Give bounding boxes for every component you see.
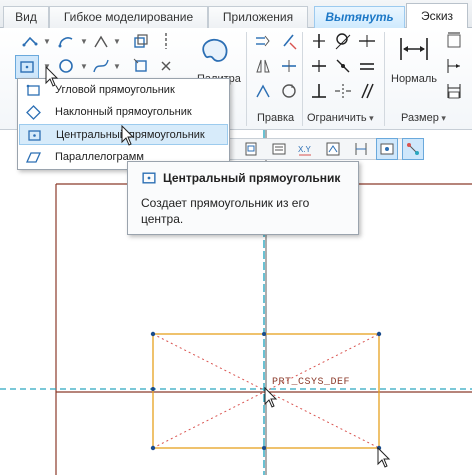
rectangle-vertex <box>376 331 382 337</box>
sketch-setup-icon[interactable] <box>240 138 262 160</box>
divide-icon[interactable] <box>278 55 300 77</box>
center-rectangle-icon <box>28 130 41 141</box>
baseline-dimension-icon[interactable] <box>443 55 465 77</box>
chevron-down-icon[interactable]: ▼ <box>80 63 88 71</box>
vertical-constraint-icon[interactable] <box>308 30 330 52</box>
references-icon[interactable] <box>268 138 290 160</box>
tab-view[interactable]: Вид <box>3 6 49 28</box>
tooltip: Центральный прямоугольник Создает прямоу… <box>127 161 359 235</box>
grid-display-icon[interactable] <box>350 138 372 160</box>
tangent-constraint-icon[interactable] <box>332 30 354 52</box>
dimension-display-icon[interactable]: X.Y <box>294 138 316 160</box>
tab-flexible-modeling[interactable]: Гибкое моделирование <box>49 6 208 28</box>
modify-icon[interactable] <box>252 30 274 52</box>
menu-item-label: Угловой прямоугольник <box>55 84 175 96</box>
chevron-down-icon[interactable]: ▼ <box>113 63 121 71</box>
rectangle-tool-button[interactable] <box>15 55 39 79</box>
mirror-icon[interactable] <box>252 55 274 77</box>
constraints-display-icon[interactable] <box>322 138 344 160</box>
offset-icon[interactable] <box>130 30 152 52</box>
normal-dimension-icon[interactable] <box>396 32 432 66</box>
corner-rectangle-icon <box>26 84 40 96</box>
midpoint-vertex <box>262 446 266 450</box>
chevron-down-icon[interactable]: ▼ <box>113 38 121 46</box>
equal-constraint-icon[interactable] <box>356 55 378 77</box>
center-rectangle-icon <box>142 172 156 184</box>
fillet-icon[interactable] <box>90 30 112 52</box>
vertex-lock-icon[interactable] <box>402 138 424 160</box>
horizontal-constraint-icon[interactable] <box>308 55 330 77</box>
tab-extrude[interactable]: Вытянуть <box>314 6 405 28</box>
group-label-dimension[interactable]: Размер <box>401 110 446 126</box>
slanted-rectangle-icon <box>26 105 41 120</box>
rectangle-type-menu: Угловой прямоугольник Наклонный прямоуго… <box>17 78 230 170</box>
perpendicular-constraint-icon[interactable] <box>308 80 330 102</box>
rotate-resize-icon[interactable] <box>278 80 300 102</box>
centerline-icon[interactable] <box>155 30 177 52</box>
reference-dimension-icon[interactable] <box>443 80 465 102</box>
midpoint-constraint-icon[interactable] <box>356 30 378 52</box>
parallel-constraint-icon[interactable] <box>356 80 378 102</box>
line-icon[interactable] <box>20 30 42 52</box>
tooltip-body: Создает прямоугольник из его центра. <box>141 196 310 226</box>
corner-icon[interactable] <box>252 80 274 102</box>
palette-icon[interactable] <box>197 34 233 68</box>
normal-dimension-label[interactable]: Нормаль <box>391 73 437 85</box>
mouse-pointer-icon <box>377 447 391 468</box>
project-icon[interactable] <box>130 55 152 77</box>
svg-text:X.Y: X.Y <box>298 145 312 154</box>
group-label-constrain[interactable]: Ограничить <box>307 110 374 126</box>
csys-label: PRT_CSYS_DEF <box>272 377 351 388</box>
tab-sketch[interactable]: Эскиз <box>406 3 468 29</box>
mouse-pointer-icon <box>45 66 59 87</box>
group-separator <box>246 32 247 126</box>
perimeter-dimension-icon[interactable] <box>443 30 465 52</box>
spline-icon[interactable] <box>90 55 112 77</box>
menu-item-slanted-rectangle[interactable]: Наклонный прямоугольник <box>19 102 228 123</box>
mouse-pointer-icon <box>121 125 135 146</box>
midpoint-vertex <box>151 387 155 391</box>
ribbon-tab-bar: Вид Гибкое моделирование Приложения Вытя… <box>0 0 472 29</box>
vertex-display-icon[interactable] <box>376 138 398 160</box>
rectangle-vertex <box>150 331 156 337</box>
midpoint-vertex <box>262 332 266 336</box>
coincident-constraint-icon[interactable] <box>332 55 354 77</box>
tab-applications[interactable]: Приложения <box>208 6 308 28</box>
chevron-down-icon[interactable]: ▼ <box>80 38 88 46</box>
rectangle-vertex <box>150 445 156 451</box>
symmetric-constraint-icon[interactable] <box>332 80 354 102</box>
mouse-pointer-icon <box>264 387 278 408</box>
group-separator <box>384 32 385 126</box>
group-separator <box>302 32 303 126</box>
tooltip-title: Центральный прямоугольник <box>163 171 341 185</box>
menu-item-label: Наклонный прямоугольник <box>55 106 192 118</box>
delete-segment-icon[interactable] <box>278 30 300 52</box>
point-icon[interactable] <box>155 55 177 77</box>
parallelogram-icon <box>26 152 41 163</box>
chevron-down-icon[interactable]: ▼ <box>43 38 51 46</box>
group-label-edit: Правка <box>257 112 295 124</box>
arc-icon[interactable] <box>55 30 77 52</box>
